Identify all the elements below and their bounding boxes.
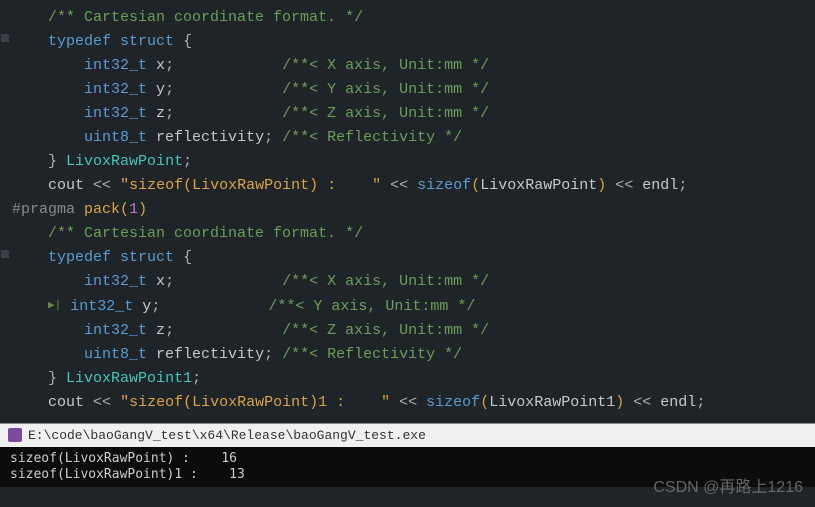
console-path: E:\code\baoGangV_test\x64\Release\baoGan… [28,428,426,443]
code-line: uint8_t reflectivity; /**< Reflectivity … [12,343,815,367]
fold-marker[interactable] [1,34,9,42]
breakpoint-marker[interactable]: ▶| [48,294,61,318]
watermark: CSDN @再路上1216 [653,473,803,497]
output-line: sizeof(LivoxRawPoint)1 : 13 [10,467,245,482]
fold-gutter [0,0,10,415]
code-line: } LivoxRawPoint; [12,150,815,174]
code-line: cout << "sizeof(LivoxRawPoint)1 : " << s… [12,391,815,415]
code-line: int32_t x; /**< X axis, Unit:mm */ [12,54,815,78]
code-line: /** Cartesian coordinate format. */ [12,6,815,30]
output-line: sizeof(LivoxRawPoint) : 16 [10,451,237,466]
code-line: int32_t y; /**< Y axis, Unit:mm */ [12,78,815,102]
console-icon [8,428,22,442]
code-line: } LivoxRawPoint1; [12,367,815,391]
fold-marker[interactable] [1,250,9,258]
code-line: uint8_t reflectivity; /**< Reflectivity … [12,126,815,150]
code-line: cout << "sizeof(LivoxRawPoint) : " << si… [12,174,815,198]
code-line: typedef struct { [12,30,815,54]
code-line: int32_t z; /**< Z axis, Unit:mm */ [12,102,815,126]
code-editor[interactable]: /** Cartesian coordinate format. */ type… [0,0,815,415]
code-line: ▶| int32_t y; /**< Y axis, Unit:mm */ [12,294,815,319]
code-line: #pragma pack(1) [12,198,815,222]
code-line: int32_t x; /**< X axis, Unit:mm */ [12,270,815,294]
code-area[interactable]: /** Cartesian coordinate format. */ type… [0,0,815,415]
code-line: typedef struct { [12,246,815,270]
console-titlebar[interactable]: E:\code\baoGangV_test\x64\Release\baoGan… [0,423,815,447]
code-line: int32_t z; /**< Z axis, Unit:mm */ [12,319,815,343]
comment: /** Cartesian coordinate format. */ [48,9,363,26]
code-line: /** Cartesian coordinate format. */ [12,222,815,246]
